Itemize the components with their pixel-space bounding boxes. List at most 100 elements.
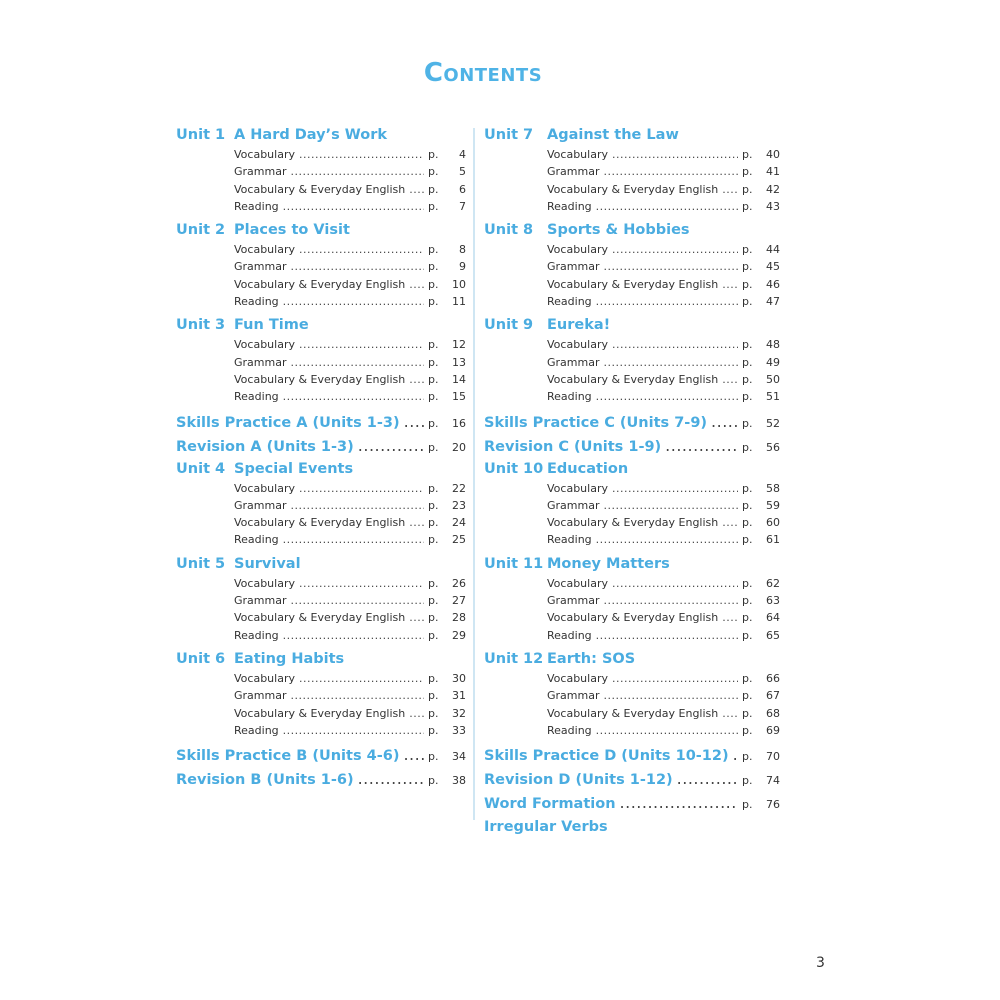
entry-label: Grammar (547, 260, 600, 274)
unit-section: Unit 1 A Hard Day’s Work Vocabulary p. 4 Gram… (176, 124, 466, 215)
toc-entry[interactable]: Grammar p. 23 (176, 497, 466, 514)
toc-entry[interactable]: Grammar p. 67 (484, 687, 780, 704)
toc-entry[interactable]: Reading p. 29 (176, 627, 466, 644)
toc-section-entry[interactable]: Revision A (Units 1-3) p. 20 (176, 434, 466, 458)
unit-heading[interactable]: Unit 6 Eating Habits (176, 648, 466, 670)
unit-heading[interactable]: Unit 8 Sports & Hobbies (484, 219, 780, 241)
toc-entry[interactable]: Grammar p. 41 (484, 163, 780, 180)
page-number-value: 74 (766, 774, 780, 788)
toc-entry[interactable]: Vocabulary & Everyday English p. 68 (484, 705, 780, 722)
dot-leader (409, 514, 424, 531)
toc-entry[interactable]: Vocabulary p. 22 (176, 480, 466, 497)
page-prefix: p. (742, 798, 753, 812)
dot-leader (299, 146, 424, 163)
toc-section-entry[interactable]: Revision B (Units 1-6) p. 38 (176, 767, 466, 791)
unit-heading[interactable]: Unit 1 A Hard Day’s Work (176, 124, 466, 146)
unit-heading[interactable]: Unit 4 Special Events (176, 458, 466, 480)
unit-heading[interactable]: Unit 5 Survival (176, 553, 466, 575)
toc-entry[interactable]: Vocabulary & Everyday English p. 14 (176, 371, 466, 388)
toc-entry[interactable]: Reading p. 7 (176, 198, 466, 215)
section-label: Skills Practice D (Units 10-12) (484, 748, 729, 765)
toc-entry[interactable]: Reading p. 43 (484, 198, 780, 215)
toc-entry[interactable]: Reading p. 51 (484, 388, 780, 405)
toc-entry[interactable]: Grammar p. 49 (484, 354, 780, 371)
toc-section-entry[interactable]: Revision C (Units 1-9) p. 56 (484, 434, 780, 458)
toc-entry[interactable]: Reading p. 47 (484, 293, 780, 310)
toc-section-entry[interactable]: Skills Practice D (Units 10-12) p. 70 (484, 743, 780, 767)
page-ref: p. 68 (742, 705, 780, 722)
toc-entry[interactable]: Grammar p. 59 (484, 497, 780, 514)
page-ref: p. 52 (742, 412, 780, 436)
page-number-value: 58 (766, 481, 780, 495)
page-ref: p. 26 (428, 575, 466, 592)
dot-leader (596, 722, 738, 739)
toc-section-entry[interactable]: Word Formation p. 76 (484, 791, 780, 815)
dot-leader (596, 293, 738, 310)
toc-entry[interactable]: Grammar p. 27 (176, 592, 466, 609)
toc-entry[interactable]: Vocabulary & Everyday English p. 46 (484, 276, 780, 293)
toc-entry[interactable]: Grammar p. 5 (176, 163, 466, 180)
page-prefix: p. (742, 689, 753, 703)
page-prefix: p. (428, 723, 439, 737)
toc-entry[interactable]: Reading p. 69 (484, 722, 780, 739)
toc-entry[interactable]: Grammar p. 63 (484, 592, 780, 609)
page-prefix: p. (428, 338, 439, 352)
toc-entry[interactable]: Grammar p. 13 (176, 354, 466, 371)
toc-entry[interactable]: Vocabulary p. 48 (484, 336, 780, 353)
unit-heading[interactable]: Unit 10 Education (484, 458, 780, 480)
page-prefix: p. (742, 611, 753, 625)
toc-entry[interactable]: Vocabulary & Everyday English p. 24 (176, 514, 466, 531)
toc-entry[interactable]: Vocabulary & Everyday English p. 6 (176, 181, 466, 198)
toc-entry[interactable]: Reading p. 11 (176, 293, 466, 310)
entry-label: Vocabulary & Everyday English (234, 706, 406, 720)
toc-entry[interactable]: Reading p. 25 (176, 531, 466, 548)
toc-entry[interactable]: Vocabulary p. 8 (176, 241, 466, 258)
unit-number: Unit 7 (484, 127, 534, 143)
toc-entry[interactable]: Reading p. 61 (484, 531, 780, 548)
toc-entry[interactable]: Grammar p. 45 (484, 258, 780, 275)
toc-entry[interactable]: Vocabulary p. 62 (484, 575, 780, 592)
toc-entry[interactable]: Vocabulary p. 12 (176, 336, 466, 353)
toc-entry[interactable]: Reading p. 65 (484, 627, 780, 644)
toc-entry[interactable]: Vocabulary p. 66 (484, 670, 780, 687)
unit-heading[interactable]: Unit 3 Fun Time (176, 314, 466, 336)
toc-entry[interactable]: Vocabulary p. 30 (176, 670, 466, 687)
dot-leader (283, 531, 424, 548)
toc-entry[interactable]: Vocabulary p. 58 (484, 480, 780, 497)
unit-heading[interactable]: Unit 2 Places to Visit (176, 219, 466, 241)
page-number-value: 8 (459, 243, 466, 257)
dot-leader (404, 410, 424, 434)
toc-entry[interactable]: Vocabulary & Everyday English p. 32 (176, 705, 466, 722)
toc-entry[interactable]: Reading p. 33 (176, 722, 466, 739)
entry-label: Vocabulary (547, 481, 608, 495)
toc-entry[interactable]: Grammar p. 9 (176, 258, 466, 275)
toc-section-entry[interactable]: Skills Practice B (Units 4-6) p. 34 (176, 743, 466, 767)
page-number-value: 14 (452, 372, 466, 386)
unit-heading[interactable]: Unit 11 Money Matters (484, 553, 780, 575)
toc-entry[interactable]: Vocabulary & Everyday English p. 42 (484, 181, 780, 198)
unit-number: Unit 1 (176, 127, 226, 143)
toc-section-entry[interactable]: Irregular Verbs (484, 815, 780, 839)
toc-entry[interactable]: Vocabulary & Everyday English p. 28 (176, 609, 466, 626)
toc-section-entry[interactable]: Revision D (Units 1-12) p. 74 (484, 767, 780, 791)
toc-entry[interactable]: Vocabulary p. 4 (176, 146, 466, 163)
toc-section-entry[interactable]: Skills Practice A (Units 1-3) p. 16 (176, 410, 466, 434)
toc-entry[interactable]: Vocabulary p. 26 (176, 575, 466, 592)
toc-entry[interactable]: Reading p. 15 (176, 388, 466, 405)
toc-entry[interactable]: Vocabulary p. 44 (484, 241, 780, 258)
toc-entry[interactable]: Grammar p. 31 (176, 687, 466, 704)
unit-section: Unit 9 Eureka! Vocabulary p. 48 Grammar p. 49 Vo… (484, 314, 780, 405)
page-number-value: 70 (766, 750, 780, 764)
toc-entry[interactable]: Vocabulary & Everyday English p. 64 (484, 609, 780, 626)
toc-entry[interactable]: Vocabulary p. 40 (484, 146, 780, 163)
page-ref: p. 76 (742, 793, 780, 817)
unit-heading[interactable]: Unit 7 Against the Law (484, 124, 780, 146)
page-ref: p. 24 (428, 514, 466, 531)
toc-entry[interactable]: Vocabulary & Everyday English p. 10 (176, 276, 466, 293)
page-number-value: 43 (766, 199, 780, 213)
unit-heading[interactable]: Unit 12 Earth: SOS (484, 648, 780, 670)
unit-heading[interactable]: Unit 9 Eureka! (484, 314, 780, 336)
toc-entry[interactable]: Vocabulary & Everyday English p. 60 (484, 514, 780, 531)
toc-section-entry[interactable]: Skills Practice C (Units 7-9) p. 52 (484, 410, 780, 434)
toc-entry[interactable]: Vocabulary & Everyday English p. 50 (484, 371, 780, 388)
